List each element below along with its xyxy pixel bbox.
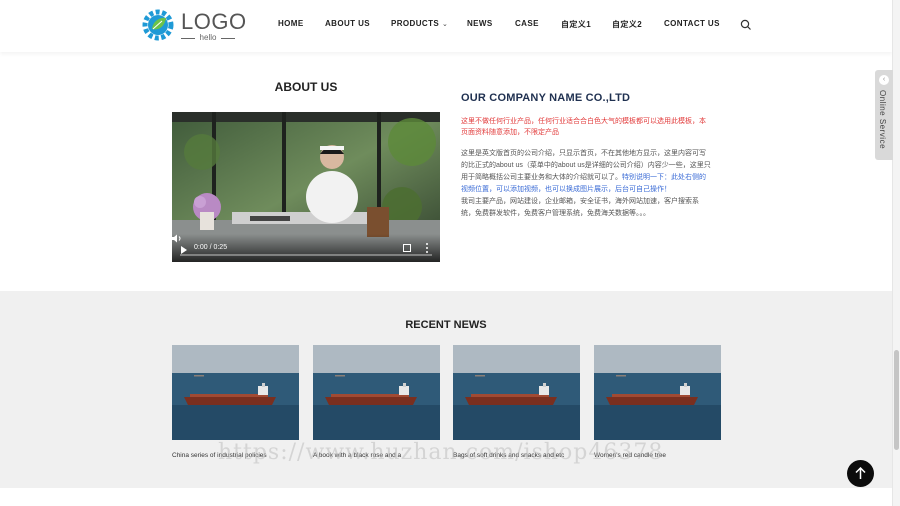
news-card-image[interactable] [172,345,299,440]
chevron-left-icon[interactable]: ‹ [879,75,889,85]
nav-news[interactable]: NEWS [467,19,493,28]
nav-products[interactable]: PRODUCTS [391,19,439,28]
video-controls: 0:00 / 0:25 [172,234,440,262]
page-scrollbar[interactable] [892,0,900,506]
back-to-top-button[interactable] [847,460,874,487]
cargo-ship-image [453,345,580,440]
company-intro: 这里是英文版首页的公司介绍，只显示首页，不在其他地方显示，这里内容可写的比正式的… [461,148,711,220]
nav-custom-1[interactable]: 自定义1 [561,19,591,30]
cargo-ship-image [594,345,721,440]
company-name-heading: OUR COMPANY NAME CO.,LTD [461,92,631,104]
nav-contact-us[interactable]: CONTACT US [664,19,720,28]
logo[interactable]: LOGO hello [141,8,246,44]
company-intro-products: 我司主要产品，网站建设，企业邮箱，安全证书，海外网站加速，客户搜索系统，免费群发… [461,198,699,217]
about-video-player[interactable]: 0:00 / 0:25 [172,112,440,262]
nav-about-us[interactable]: ABOUT US [325,19,370,28]
logo-subtitle: hello [181,33,235,42]
more-options-icon[interactable] [426,243,429,253]
cargo-ship-image [172,345,299,440]
nav-case[interactable]: CASE [515,19,539,28]
nav-home[interactable]: HOME [278,19,304,28]
site-header: LOGO hello HOME ABOUT US PRODUCTS ⌄ NEWS… [0,0,892,52]
chevron-down-icon[interactable]: ⌄ [442,20,448,28]
about-section-title: ABOUT US [274,80,338,94]
watermark: https://www.huzhan.com/ishop46378 [218,440,664,465]
gear-leaf-logo-icon [142,9,174,41]
scrollbar-thumb[interactable] [894,350,899,450]
news-card-image[interactable] [453,345,580,440]
recent-news-title: RECENT NEWS [405,319,487,331]
online-service-label: Online Service [878,90,887,150]
news-card-image[interactable] [313,345,440,440]
news-card-image[interactable] [594,345,721,440]
arrow-up-icon [855,467,866,479]
search-icon[interactable] [740,19,752,31]
nav-custom-2[interactable]: 自定义2 [612,19,642,30]
play-icon[interactable] [181,246,187,254]
cargo-ship-image [313,345,440,440]
logo-text: LOGO [181,9,247,34]
template-note: 这里不做任何行业产品，任何行业适合合白色大气的模板都可以选用此模板，本页面资料随… [461,118,706,136]
video-time: 0:00 / 0:25 [194,244,228,251]
video-progress-bar[interactable] [180,254,432,256]
volume-icon[interactable] [172,234,182,243]
fullscreen-icon[interactable] [403,244,411,252]
online-service-tab[interactable]: ‹ Online Service [875,70,893,160]
